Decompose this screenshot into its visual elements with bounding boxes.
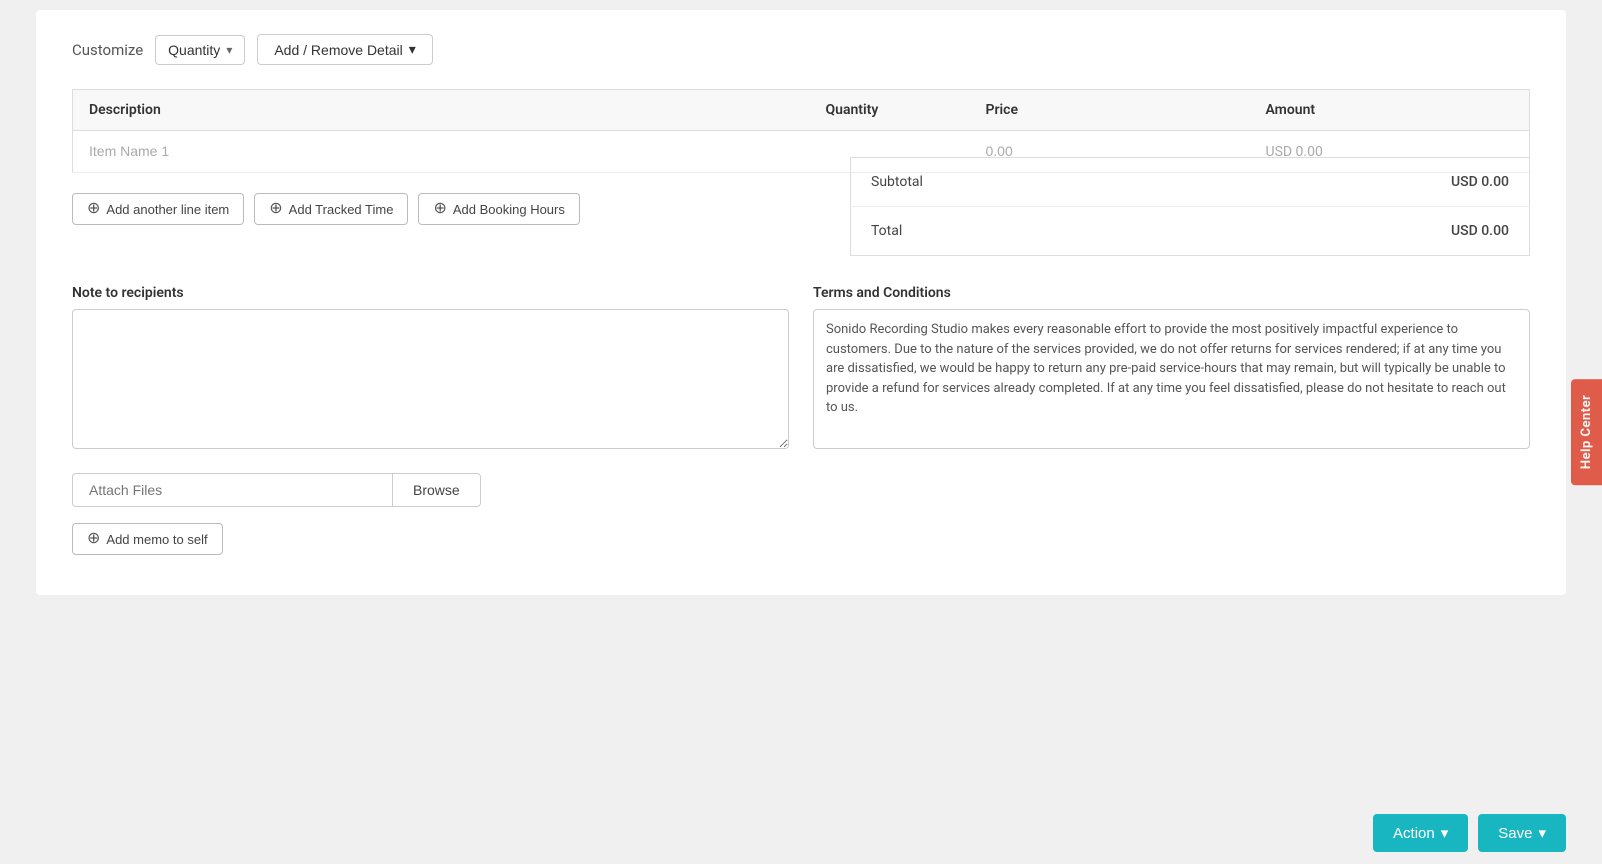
add-memo-button[interactable]: ⊕ Add memo to self bbox=[72, 523, 223, 555]
bottom-action-bar: Action ▾ Save ▾ bbox=[0, 802, 1602, 864]
quantity-header: Quantity bbox=[810, 90, 970, 131]
subtotal-row: Subtotal USD 0.00 bbox=[851, 158, 1530, 207]
quantity-chevron-icon: ▾ bbox=[226, 43, 232, 57]
amount-header: Amount bbox=[1250, 90, 1530, 131]
total-value: USD 0.00 bbox=[1179, 207, 1529, 256]
add-booking-hours-label: Add Booking Hours bbox=[453, 202, 565, 217]
customize-row: Customize Quantity ▾ Add / Remove Detail… bbox=[72, 34, 1530, 65]
plus-circle-booking-icon: ⊕ bbox=[433, 201, 446, 217]
action-label: Action bbox=[1393, 825, 1435, 842]
main-container: Customize Quantity ▾ Add / Remove Detail… bbox=[36, 10, 1566, 595]
totals-section: Subtotal USD 0.00 Total USD 0.00 bbox=[850, 157, 1530, 256]
add-remove-label: Add / Remove Detail bbox=[274, 42, 402, 58]
add-tracked-time-button[interactable]: ⊕ Add Tracked Time bbox=[254, 193, 408, 225]
subtotal-label: Subtotal bbox=[851, 158, 1180, 207]
add-line-item-button[interactable]: ⊕ Add another line item bbox=[72, 193, 244, 225]
terms-text: Sonido Recording Studio makes every reas… bbox=[826, 322, 1506, 415]
add-memo-label: Add memo to self bbox=[106, 532, 207, 547]
quantity-input[interactable]: 1 bbox=[826, 143, 954, 159]
note-label: Note to recipients bbox=[72, 285, 789, 301]
add-remove-chevron-icon: ▾ bbox=[409, 41, 416, 58]
attach-files-input[interactable] bbox=[72, 473, 392, 507]
attach-files-row: Browse bbox=[72, 473, 1530, 507]
total-row: Total USD 0.00 bbox=[851, 207, 1530, 256]
quantity-label: Quantity bbox=[168, 42, 220, 58]
total-label: Total bbox=[851, 207, 1180, 256]
browse-button[interactable]: Browse bbox=[392, 473, 481, 507]
plus-circle-tracked-icon: ⊕ bbox=[269, 201, 282, 217]
terms-content: Sonido Recording Studio makes every reas… bbox=[813, 309, 1530, 449]
add-remove-detail-button[interactable]: Add / Remove Detail ▾ bbox=[257, 34, 432, 65]
subtotal-value: USD 0.00 bbox=[1179, 158, 1529, 207]
note-section: Note to recipients bbox=[72, 285, 789, 453]
add-tracked-time-label: Add Tracked Time bbox=[289, 202, 394, 217]
terms-section: Terms and Conditions Sonido Recording St… bbox=[813, 285, 1530, 453]
description-cell[interactable] bbox=[73, 131, 810, 173]
action-button[interactable]: Action ▾ bbox=[1373, 814, 1468, 852]
save-chevron-icon: ▾ bbox=[1538, 824, 1546, 842]
quantity-button[interactable]: Quantity ▾ bbox=[155, 35, 245, 65]
add-line-item-label: Add another line item bbox=[106, 202, 229, 217]
plus-circle-icon: ⊕ bbox=[87, 201, 100, 217]
price-input[interactable] bbox=[986, 143, 1234, 159]
price-header: Price bbox=[970, 90, 1250, 131]
action-chevron-icon: ▾ bbox=[1441, 824, 1449, 842]
note-textarea[interactable] bbox=[72, 309, 789, 449]
totals-table: Subtotal USD 0.00 Total USD 0.00 bbox=[850, 157, 1530, 256]
customize-label: Customize bbox=[72, 41, 143, 59]
note-terms-row: Note to recipients Terms and Conditions … bbox=[72, 285, 1530, 453]
plus-circle-memo-icon: ⊕ bbox=[87, 531, 100, 547]
description-input[interactable] bbox=[89, 143, 794, 159]
description-header: Description bbox=[73, 90, 810, 131]
save-button[interactable]: Save ▾ bbox=[1478, 814, 1566, 852]
help-center-tab[interactable]: Help Center bbox=[1571, 379, 1602, 485]
terms-label: Terms and Conditions bbox=[813, 285, 1530, 301]
save-label: Save bbox=[1498, 825, 1532, 842]
add-booking-hours-button[interactable]: ⊕ Add Booking Hours bbox=[418, 193, 579, 225]
memo-row: ⊕ Add memo to self bbox=[72, 523, 1530, 555]
